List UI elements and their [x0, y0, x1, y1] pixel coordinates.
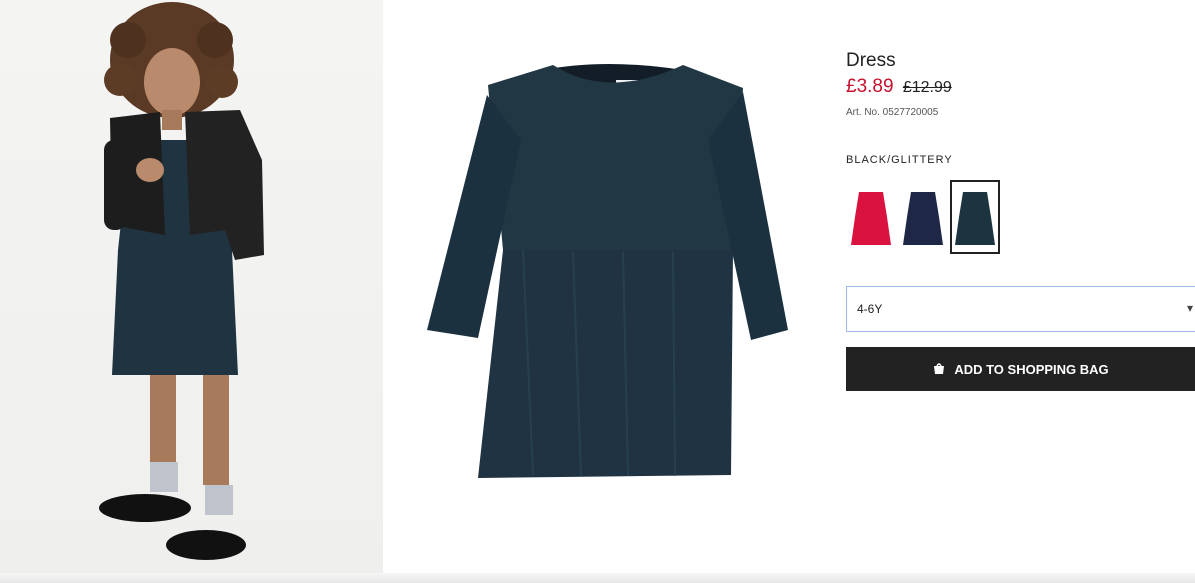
- dress-illustration: [427, 64, 788, 478]
- product-photo[interactable]: [383, 0, 830, 573]
- chevron-down-icon: ▾: [1186, 301, 1193, 315]
- size-select[interactable]: 4-6Y ▾: [846, 286, 1195, 332]
- price-row: £3.89 £12.99: [846, 76, 952, 98]
- product-title: Dress: [846, 50, 896, 71]
- color-swatches: [846, 180, 1002, 254]
- black-glittery-dress-thumb: [955, 192, 995, 245]
- model-photo[interactable]: [0, 0, 383, 573]
- swatch-black-glittery[interactable]: [950, 180, 1000, 254]
- navy-dress-thumb: [903, 192, 943, 245]
- red-dress-thumb: [851, 192, 891, 245]
- original-price: £12.99: [902, 79, 952, 96]
- shopping-bag-icon: [932, 361, 946, 378]
- add-to-bag-button[interactable]: ADD TO SHOPPING BAG: [846, 347, 1195, 391]
- add-to-bag-label: ADD TO SHOPPING BAG: [954, 361, 1109, 377]
- swatch-red[interactable]: [846, 180, 896, 254]
- model-illustration: [99, 2, 264, 560]
- sale-price: £3.89: [846, 76, 894, 97]
- selected-color-label: BLACK/GLITTERY: [846, 154, 953, 166]
- article-number: Art. No. 0527720005: [846, 107, 939, 118]
- swatch-navy[interactable]: [898, 180, 948, 254]
- size-value: 4-6Y: [857, 302, 883, 316]
- bottom-strip: [0, 573, 1195, 583]
- product-info-panel: Dress £3.89 £12.99 Art. No. 0527720005 B…: [846, 0, 1195, 573]
